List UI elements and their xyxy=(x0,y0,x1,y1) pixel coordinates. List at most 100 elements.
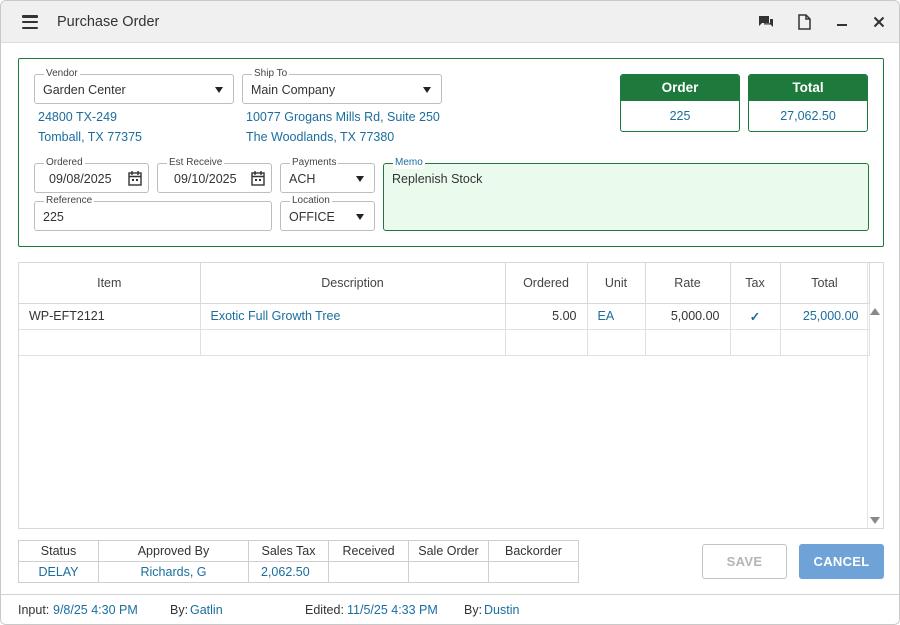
order-header-panel: Vendor Garden Center 24800 TX-249 Tombal… xyxy=(18,58,884,247)
column-header-total[interactable]: Total xyxy=(780,263,870,304)
cell-ordered[interactable]: 5.00 xyxy=(505,303,588,330)
input-label: Input: xyxy=(18,603,50,617)
vendor-address-line2: Tomball, TX 77375 xyxy=(38,130,142,144)
close-icon[interactable] xyxy=(870,13,888,31)
column-header-ordered[interactable]: Ordered xyxy=(505,263,588,304)
status-value[interactable]: DELAY xyxy=(18,561,99,583)
cell-item[interactable] xyxy=(19,329,201,356)
sales-tax-value: 2,062.50 xyxy=(248,561,329,583)
summary-header-sales-tax: Sales Tax xyxy=(248,540,329,562)
line-items-grid: Item Description Ordered Unit Rate Tax T… xyxy=(18,262,884,529)
menu-icon[interactable] xyxy=(22,15,38,30)
cell-total[interactable]: 25,000.00 xyxy=(780,303,870,330)
purchase-order-window: Purchase Order Vendor Garden Center 2480… xyxy=(0,0,900,625)
grid-header-row: Item Description Ordered Unit Rate Tax T… xyxy=(19,263,870,304)
location-value: OFFICE xyxy=(289,210,335,224)
summary-value-row: DELAY Richards, G 2,062.50 xyxy=(18,561,579,583)
save-button[interactable]: SAVE xyxy=(702,544,787,579)
table-row[interactable]: WP-EFT2121 Exotic Full Growth Tree 5.00 … xyxy=(19,303,870,330)
summary-header-row: Status Approved By Sales Tax Received Sa… xyxy=(18,540,579,562)
chevron-down-icon xyxy=(356,214,364,220)
cell-rate[interactable] xyxy=(645,329,731,356)
ship-to-select[interactable]: Ship To Main Company xyxy=(242,68,442,104)
est-receive-date-field[interactable]: Est Receive 09/10/2025 xyxy=(157,157,272,193)
input-by-user: Gatlin xyxy=(190,603,223,617)
order-total-label: Total xyxy=(749,75,867,101)
edited-timestamp: 11/5/25 4:33 PM xyxy=(347,603,438,617)
edited-by-user: Dustin xyxy=(484,603,520,617)
column-header-description[interactable]: Description xyxy=(200,263,506,304)
location-label: Location xyxy=(290,195,332,207)
summary-header-sale-order: Sale Order xyxy=(408,540,489,562)
cell-rate[interactable]: 5,000.00 xyxy=(645,303,731,330)
order-total-value: 27,062.50 xyxy=(780,109,836,123)
order-number-label: Order xyxy=(621,75,739,101)
approved-by-value[interactable]: Richards, G xyxy=(98,561,249,583)
ship-to-address-line1: 10077 Grogans Mills Rd, Suite 250 xyxy=(246,110,440,124)
vertical-scrollbar[interactable] xyxy=(867,263,883,528)
location-select[interactable]: Location OFFICE xyxy=(280,195,375,231)
ordered-value: 09/08/2025 xyxy=(49,172,112,186)
cell-description[interactable] xyxy=(200,329,506,356)
cell-item[interactable]: WP-EFT2121 xyxy=(19,303,201,330)
memo-textarea[interactable]: Memo Replenish Stock xyxy=(383,157,869,231)
cell-ordered[interactable] xyxy=(505,329,588,356)
order-total-box: Total 27,062.50 xyxy=(748,74,868,132)
received-value xyxy=(328,561,409,583)
payments-select[interactable]: Payments ACH xyxy=(280,157,375,193)
edited-by-label: By: xyxy=(464,603,483,617)
cell-description[interactable]: Exotic Full Growth Tree xyxy=(200,303,506,330)
reference-value: 225 xyxy=(43,210,64,224)
calendar-icon[interactable] xyxy=(128,170,142,186)
summary-header-received: Received xyxy=(328,540,409,562)
payments-label: Payments xyxy=(290,157,339,169)
cancel-button[interactable]: CANCEL xyxy=(799,544,884,579)
document-icon[interactable] xyxy=(795,13,813,31)
column-header-unit[interactable]: Unit xyxy=(587,263,646,304)
memo-value: Replenish Stock xyxy=(392,172,483,186)
scroll-up-arrow-icon[interactable] xyxy=(870,308,880,315)
column-header-tax[interactable]: Tax xyxy=(730,263,781,304)
ordered-date-field[interactable]: Ordered 09/08/2025 xyxy=(34,157,149,193)
chevron-down-icon xyxy=(356,176,364,182)
input-timestamp: 9/8/25 4:30 PM xyxy=(53,603,138,617)
chevron-down-icon xyxy=(215,87,223,93)
chevron-down-icon xyxy=(423,87,431,93)
edited-label: Edited: xyxy=(305,603,344,617)
column-header-rate[interactable]: Rate xyxy=(645,263,731,304)
column-header-item[interactable]: Item xyxy=(19,263,201,304)
calendar-icon[interactable] xyxy=(251,170,265,186)
summary-header-status: Status xyxy=(18,540,99,562)
scroll-down-arrow-icon[interactable] xyxy=(870,517,880,524)
order-summary-table: Status Approved By Sales Tax Received Sa… xyxy=(18,540,579,583)
window-title: Purchase Order xyxy=(57,14,160,30)
summary-header-backorder: Backorder xyxy=(488,540,579,562)
ship-to-value: Main Company xyxy=(251,83,336,97)
reference-label: Reference xyxy=(44,195,95,207)
table-row[interactable] xyxy=(19,329,870,356)
input-by-label: By: xyxy=(170,603,189,617)
reference-input[interactable]: Reference 225 xyxy=(34,195,272,231)
chat-icon[interactable] xyxy=(757,13,775,31)
vendor-value: Garden Center xyxy=(43,83,126,97)
sale-order-value xyxy=(408,561,489,583)
est-receive-value: 09/10/2025 xyxy=(174,172,237,186)
vendor-address-line1: 24800 TX-249 xyxy=(38,110,117,124)
audit-footer: Input: 9/8/25 4:30 PM By: Gatlin Edited:… xyxy=(1,594,899,624)
ship-to-label: Ship To xyxy=(252,68,290,80)
cell-unit[interactable]: EA xyxy=(587,303,646,330)
title-bar: Purchase Order xyxy=(1,1,899,43)
est-receive-label: Est Receive xyxy=(167,157,225,169)
cell-unit[interactable] xyxy=(587,329,646,356)
summary-header-approved-by: Approved By xyxy=(98,540,249,562)
vendor-select[interactable]: Vendor Garden Center xyxy=(34,68,234,104)
ship-to-address-line2: The Woodlands, TX 77380 xyxy=(246,130,395,144)
cell-tax-check-icon[interactable]: ✓ xyxy=(730,303,781,330)
payments-value: ACH xyxy=(289,172,316,186)
order-number-value: 225 xyxy=(669,109,691,123)
backorder-value xyxy=(488,561,579,583)
cell-total[interactable] xyxy=(780,329,870,356)
vendor-label: Vendor xyxy=(44,68,80,80)
cell-tax[interactable] xyxy=(730,329,781,356)
minimize-icon[interactable] xyxy=(833,13,851,31)
